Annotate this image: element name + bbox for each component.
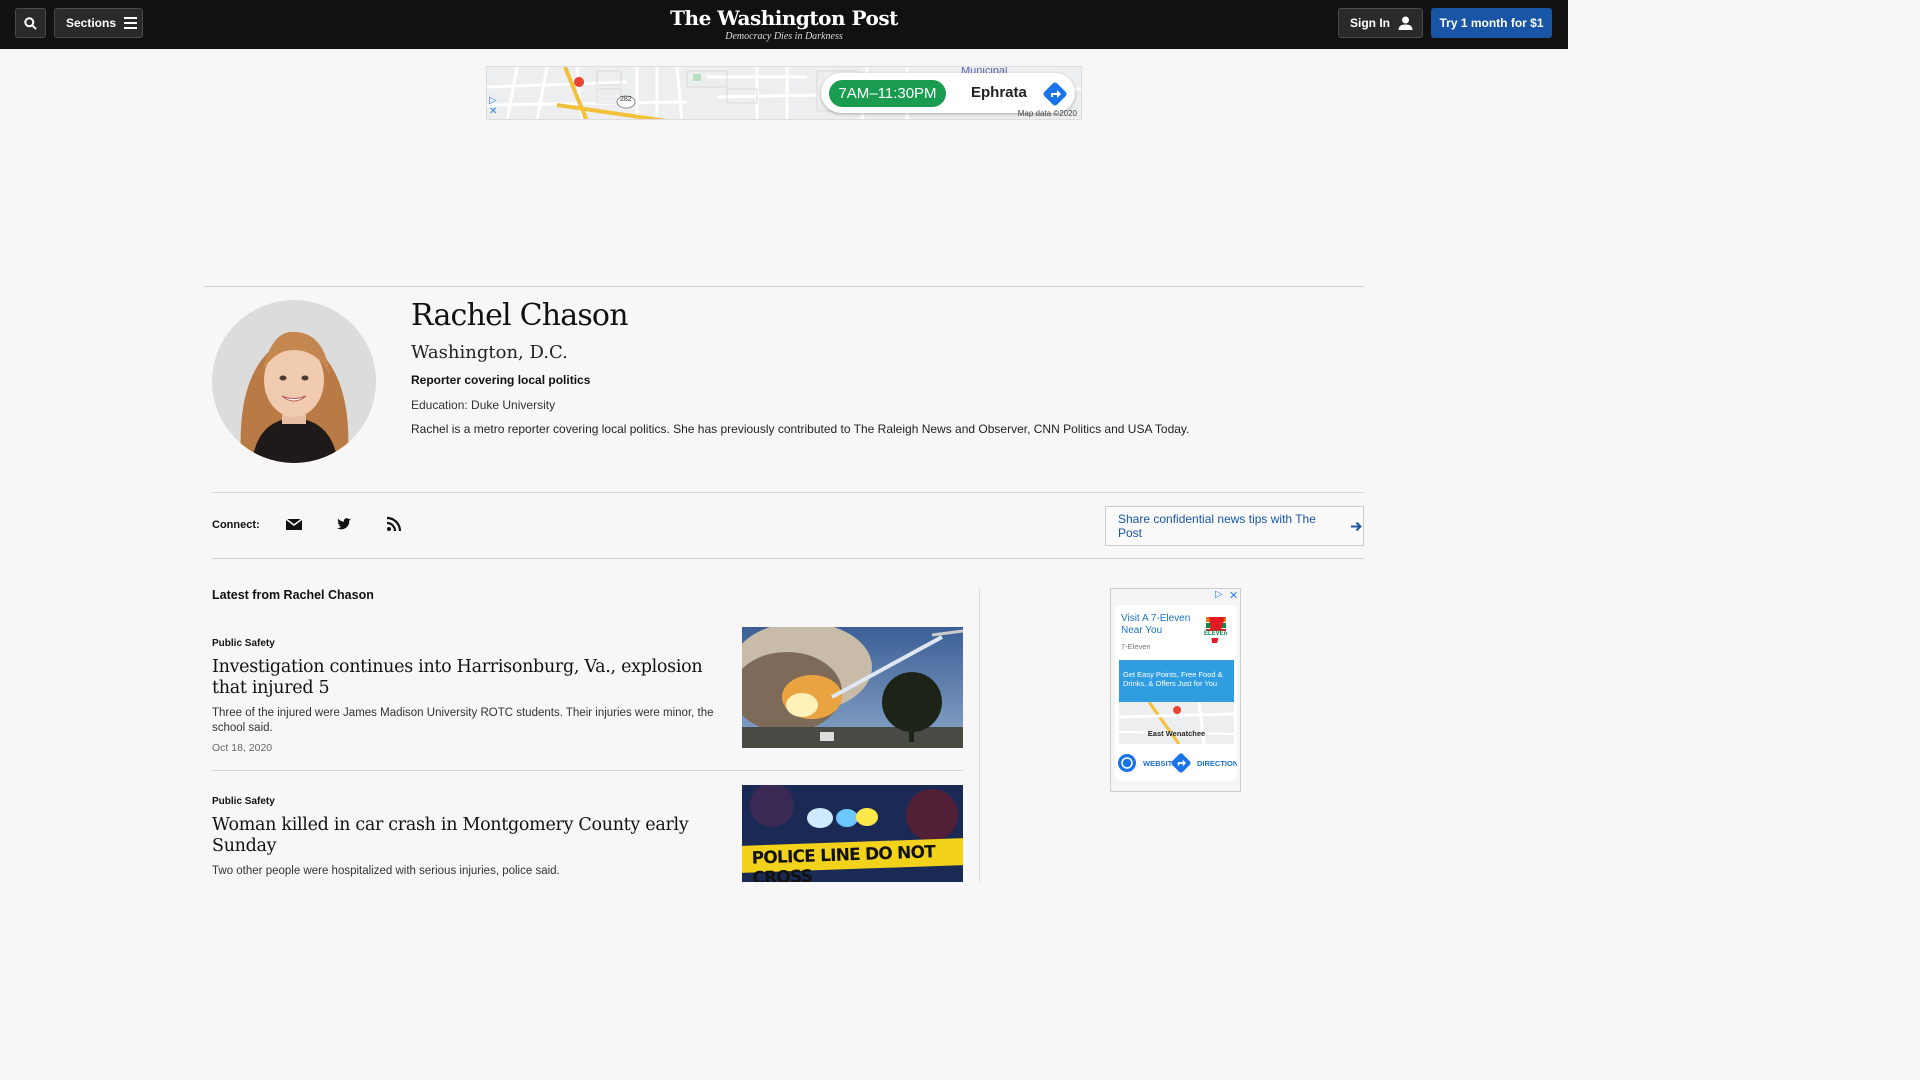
top-map-ad[interactable]: 282 Municipal ▷ ✕ 7AM–11:30PM Ephrata Map… [486, 66, 1082, 120]
arrow-right-icon [1351, 521, 1362, 531]
side-ad-title[interactable]: Visit A 7-Eleven Near You [1121, 613, 1201, 637]
seven-eleven-logo-text: ELEVEn [1204, 631, 1228, 637]
ad-city-name: Ephrata [971, 84, 1027, 101]
police-tape-text: POLICE LINE DO NOT CROSS [751, 842, 936, 882]
logo-tagline: Democracy Dies in Darkness [725, 31, 843, 42]
side-ad-city: East Wenatchee [1147, 729, 1206, 738]
adchoices-icon[interactable]: ▷ ✕ [489, 95, 497, 117]
store-hours-badge: 7AM–11:30PM [829, 80, 946, 107]
side-ad-brand: 7-Eleven [1121, 642, 1151, 651]
connect-top-divider [212, 492, 1364, 493]
article-kicker[interactable]: Public Safety [212, 796, 275, 807]
article-headline[interactable]: Investigation continues into Harrisonbur… [212, 657, 712, 699]
directions-link[interactable]: DIRECTIONS [1197, 759, 1237, 768]
directions-icon[interactable] [1043, 82, 1067, 106]
author-location: Washington, D.C. [411, 342, 568, 363]
article-date: Oct 18, 2020 [212, 742, 273, 754]
news-tips-link[interactable]: Share confidential news tips with The Po… [1105, 506, 1364, 546]
author-bio: Rachel is a metro reporter covering loca… [411, 422, 1190, 436]
article-headline[interactable]: Woman killed in car crash in Montgomery … [212, 815, 712, 857]
globe-icon[interactable] [1117, 753, 1137, 773]
connect-bottom-divider [212, 558, 1364, 559]
close-icon[interactable]: ✕ [1229, 589, 1238, 602]
top-nav-bar: Sections The Washington Post Democracy D… [0, 0, 1568, 49]
route-number: 282 [620, 96, 632, 103]
article-blurb: Two other people were hospitalized with … [212, 865, 560, 877]
column-divider [979, 588, 980, 882]
side-ad-card[interactable]: Visit A 7-Eleven Near You 7-Eleven ELEVE… [1115, 605, 1237, 781]
user-icon [1398, 16, 1413, 30]
adchoices-icon[interactable]: ▷ [1215, 589, 1223, 600]
article-blurb: Three of the injured were James Madison … [212, 707, 714, 734]
latest-heading: Latest from Rachel Chason [212, 588, 374, 602]
side-ad-promo[interactable]: Get Easy Points, Free Food & Drinks, & O… [1119, 660, 1234, 702]
directions-icon[interactable] [1171, 753, 1191, 773]
article-divider [212, 770, 963, 771]
seven-eleven-logo: ELEVEn [1203, 615, 1229, 645]
author-avatar [212, 300, 376, 463]
subscribe-button[interactable]: Try 1 month for $1 [1431, 8, 1552, 38]
connect-label: Connect: [212, 519, 260, 531]
side-ad[interactable]: ▷ ✕ Visit A 7-Eleven Near You 7-Eleven E… [1110, 588, 1241, 792]
sign-in-button[interactable]: Sign In [1338, 8, 1423, 38]
sign-in-label: Sign In [1350, 16, 1390, 30]
logo-wordmark: The Washington Post [670, 6, 898, 30]
map-attribution: Map data ©2020 [1017, 109, 1077, 118]
article-thumbnail[interactable]: POLICE LINE DO NOT CROSS [742, 785, 963, 882]
author-name: Rachel Chason [411, 298, 629, 333]
email-icon[interactable] [286, 516, 302, 532]
author-education: Education: Duke University [411, 398, 556, 412]
author-role: Reporter covering local politics [411, 373, 591, 387]
rss-icon[interactable] [386, 516, 402, 532]
twitter-icon[interactable] [336, 516, 352, 532]
side-ad-map[interactable]: East Wenatchee [1119, 702, 1234, 744]
article-kicker[interactable]: Public Safety [212, 638, 275, 649]
ad-info-pill[interactable]: 7AM–11:30PM Ephrata [821, 73, 1075, 113]
header-divider [204, 286, 1364, 287]
news-tips-label: Share confidential news tips with The Po… [1118, 512, 1316, 540]
site-logo[interactable]: The Washington Post Democracy Dies in Da… [0, 6, 1568, 42]
article-thumbnail[interactable] [742, 627, 963, 748]
